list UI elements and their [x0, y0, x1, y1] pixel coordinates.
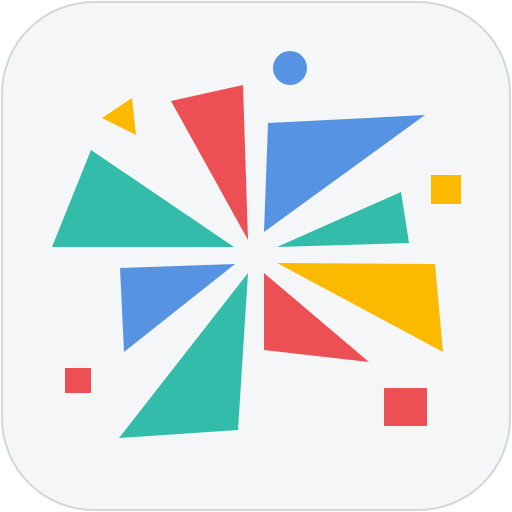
app-icon — [0, 0, 512, 512]
red-small-square — [65, 368, 91, 393]
red-square — [384, 388, 427, 426]
pinwheel-icon — [1, 1, 511, 511]
yellow-small-square — [431, 175, 461, 204]
blue-dot — [273, 51, 307, 85]
icon-background — [1, 1, 511, 511]
